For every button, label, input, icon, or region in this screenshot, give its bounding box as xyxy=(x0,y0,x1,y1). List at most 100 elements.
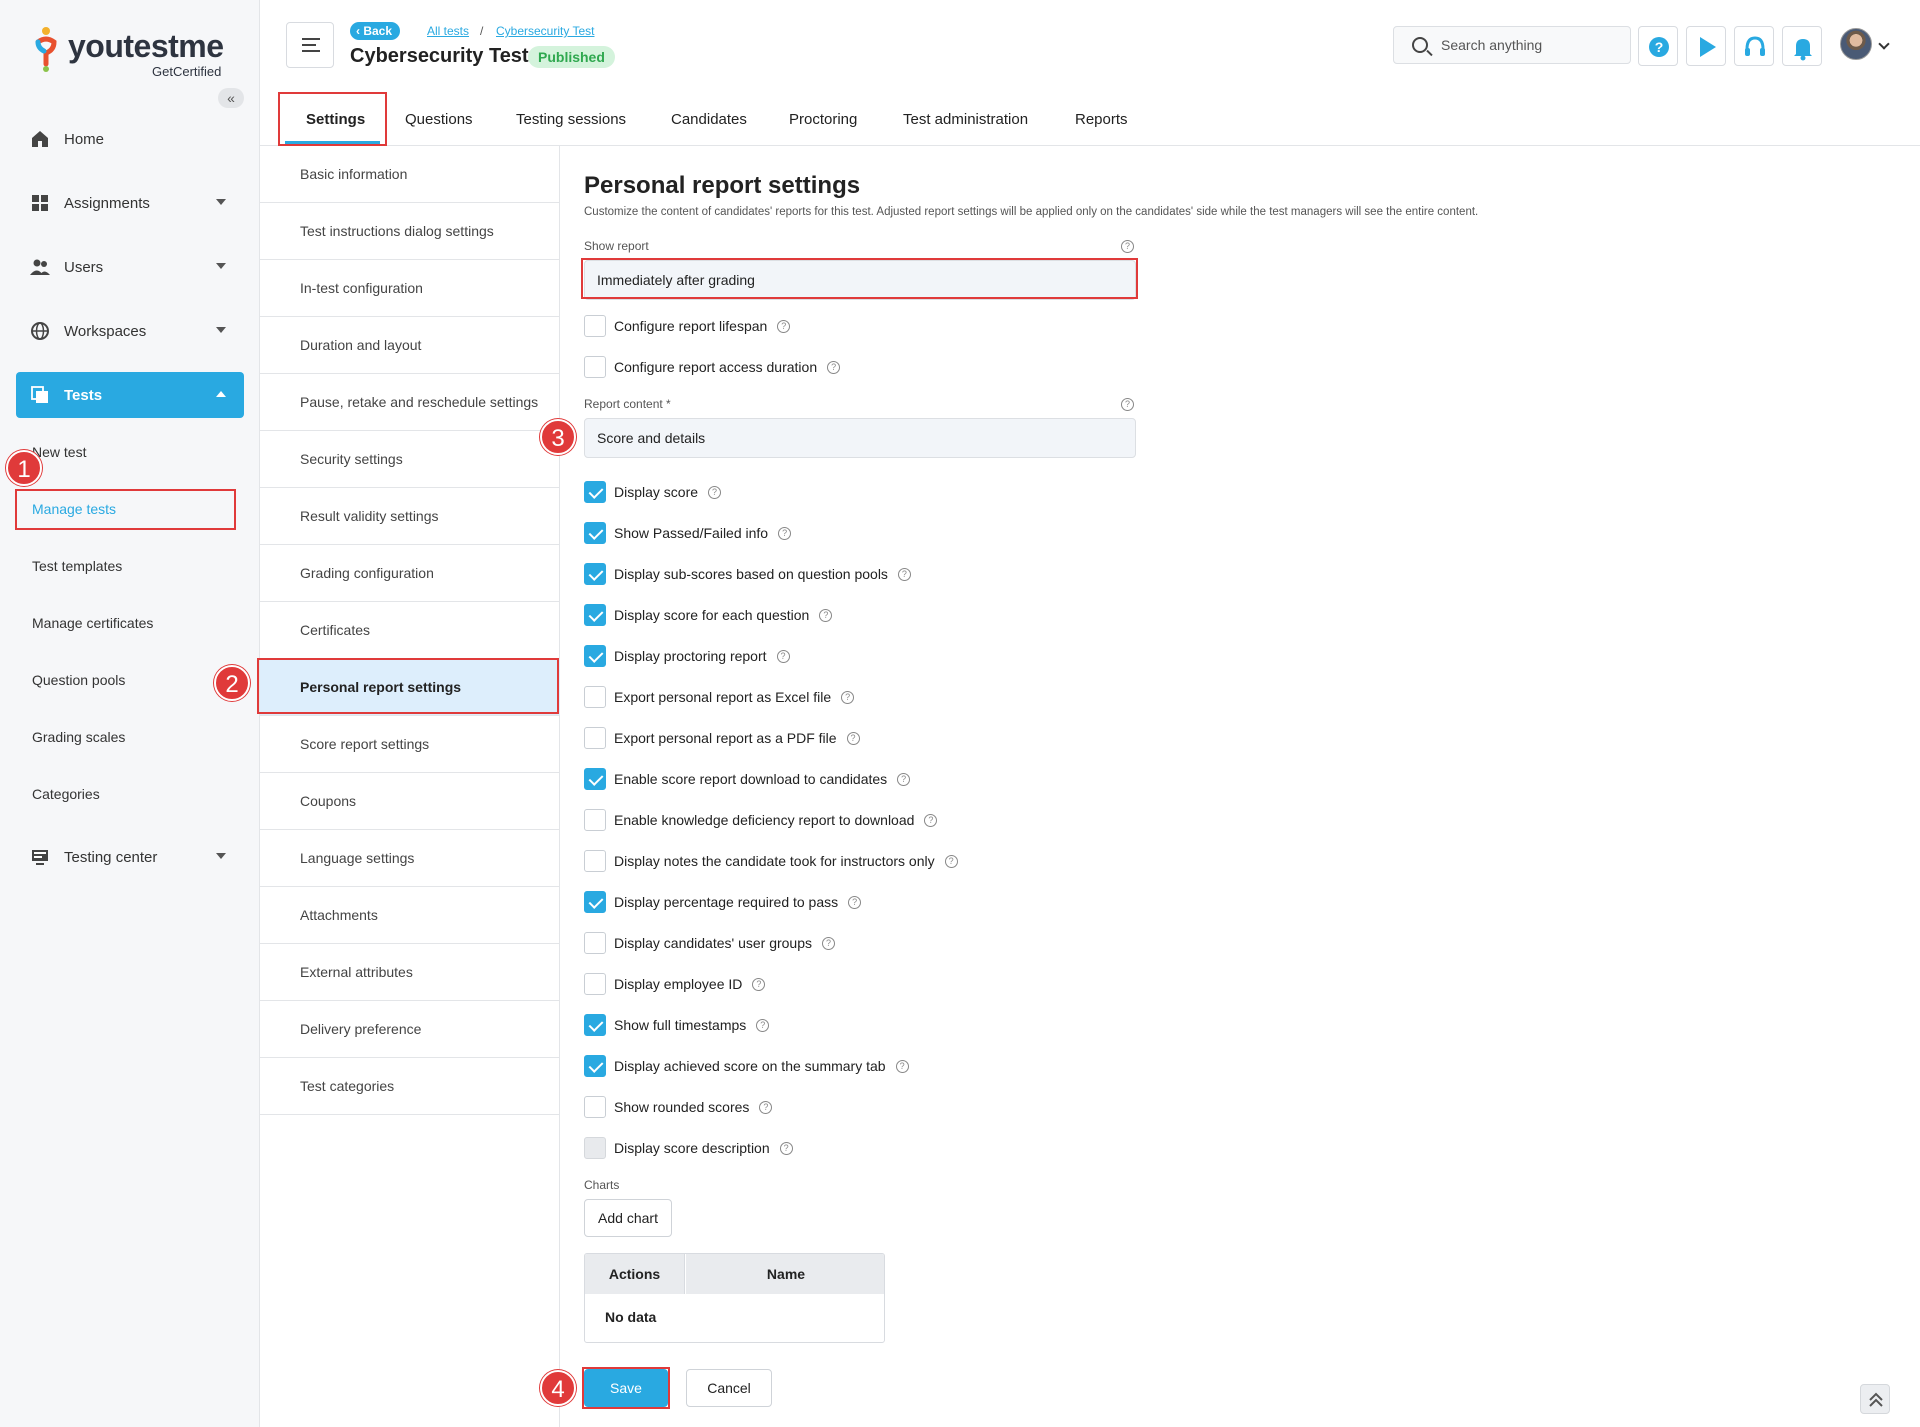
sidebar-item-users[interactable]: Users xyxy=(16,244,244,290)
logo[interactable]: youtestme GetCertified xyxy=(34,24,234,79)
option-checkbox[interactable] xyxy=(584,1055,606,1077)
settings-menu-item[interactable]: Test instructions dialog settings xyxy=(260,203,560,260)
option-checkbox[interactable] xyxy=(584,932,606,954)
table-header-actions[interactable]: Actions xyxy=(585,1254,685,1294)
option-checkbox[interactable] xyxy=(584,1096,606,1118)
settings-menu-item[interactable]: Coupons xyxy=(260,773,560,830)
option-checkbox[interactable] xyxy=(584,768,606,790)
option-checkbox[interactable] xyxy=(584,604,606,626)
tab-testing-sessions[interactable]: Testing sessions xyxy=(516,92,626,146)
sidebar-subitem-manage-certificates[interactable]: Manage certificates xyxy=(32,615,153,631)
breadcrumb-all-tests[interactable]: All tests xyxy=(427,24,469,38)
play-tutorial-button[interactable] xyxy=(1686,26,1726,66)
globe-icon xyxy=(31,322,49,340)
option-checkbox[interactable] xyxy=(584,522,606,544)
table-header-name[interactable]: Name xyxy=(686,1254,884,1294)
help-icon[interactable]: ? xyxy=(756,1018,770,1032)
sidebar-subitem-grading-scales[interactable]: Grading scales xyxy=(32,729,125,745)
settings-menu-item[interactable]: Basic information xyxy=(260,146,560,203)
tab-reports[interactable]: Reports xyxy=(1075,92,1128,146)
double-chevron-left-icon: « xyxy=(227,90,235,106)
settings-menu-item[interactable]: Delivery preference xyxy=(260,1001,560,1058)
sidebar-subitem-manage-tests[interactable]: Manage tests xyxy=(32,501,116,517)
sidebar-item-assignments[interactable]: Assignments xyxy=(16,180,244,226)
show-report-select[interactable]: Immediately after grading xyxy=(584,260,1136,300)
back-button[interactable]: ‹ Back xyxy=(350,22,401,40)
help-icon[interactable]: ? xyxy=(848,895,862,909)
settings-menu-item[interactable]: Test categories xyxy=(260,1058,560,1115)
tab-test-administration[interactable]: Test administration xyxy=(903,92,1028,146)
scroll-to-top-button[interactable] xyxy=(1860,1384,1890,1414)
option-checkbox[interactable] xyxy=(584,645,606,667)
sidebar-subitem-categories[interactable]: Categories xyxy=(32,786,100,802)
cancel-button[interactable]: Cancel xyxy=(686,1369,772,1407)
help-icon[interactable]: ? xyxy=(897,567,911,581)
help-icon[interactable]: ? xyxy=(776,649,790,663)
sidebar-item-tests[interactable]: Tests xyxy=(16,372,244,418)
help-icon[interactable]: ? xyxy=(1121,240,1134,253)
option-checkbox[interactable] xyxy=(584,686,606,708)
option-checkbox[interactable] xyxy=(584,891,606,913)
lifespan-checkbox[interactable] xyxy=(584,315,606,337)
help-icon[interactable]: ? xyxy=(1121,398,1134,411)
sidebar-item-home[interactable]: Home xyxy=(16,116,244,162)
avatar[interactable] xyxy=(1840,28,1872,60)
settings-menu-item[interactable]: Certificates xyxy=(260,602,560,659)
option-checkbox[interactable] xyxy=(584,850,606,872)
settings-menu-item[interactable]: Pause, retake and reschedule settings xyxy=(260,374,560,431)
option-checkbox[interactable] xyxy=(584,563,606,585)
save-button[interactable]: Save xyxy=(584,1369,668,1407)
help-icon[interactable]: ? xyxy=(819,608,833,622)
help-icon[interactable]: ? xyxy=(897,772,911,786)
settings-menu-item-personal-report[interactable]: Personal report settings xyxy=(260,659,560,716)
report-content-select[interactable]: Score and details xyxy=(584,418,1136,458)
help-icon[interactable]: ? xyxy=(778,526,792,540)
help-icon[interactable]: ? xyxy=(779,1141,793,1155)
add-chart-button[interactable]: Add chart xyxy=(584,1199,672,1237)
sidebar-item-workspaces[interactable]: Workspaces xyxy=(16,308,244,354)
help-icon[interactable]: ? xyxy=(708,485,722,499)
menu-toggle-button[interactable] xyxy=(286,22,334,68)
settings-menu-item[interactable]: In-test configuration xyxy=(260,260,560,317)
tab-candidates[interactable]: Candidates xyxy=(671,92,747,146)
notifications-button[interactable] xyxy=(1782,26,1822,66)
search-input[interactable]: Search anything xyxy=(1393,26,1631,64)
help-icon[interactable]: ? xyxy=(777,319,791,333)
settings-menu-item[interactable]: Duration and layout xyxy=(260,317,560,374)
sidebar-item-testing-center[interactable]: Testing center xyxy=(16,834,244,880)
access-duration-checkbox[interactable] xyxy=(584,356,606,378)
help-icon[interactable]: ? xyxy=(924,813,938,827)
help-icon[interactable]: ? xyxy=(759,1100,773,1114)
chevron-down-icon[interactable] xyxy=(1878,38,1890,50)
help-icon[interactable]: ? xyxy=(827,360,841,374)
help-icon[interactable]: ? xyxy=(846,731,860,745)
settings-menu-item[interactable]: Security settings xyxy=(260,431,560,488)
settings-menu-item[interactable]: Grading configuration xyxy=(260,545,560,602)
collapse-sidebar-button[interactable]: « xyxy=(218,88,244,108)
settings-menu-item[interactable]: Language settings xyxy=(260,830,560,887)
settings-menu-item[interactable]: Result validity settings xyxy=(260,488,560,545)
option-checkbox[interactable] xyxy=(584,973,606,995)
option-checkbox[interactable] xyxy=(584,809,606,831)
double-chevron-up-icon xyxy=(1869,1392,1883,1407)
breadcrumb-current-test[interactable]: Cybersecurity Test xyxy=(496,24,594,38)
option-checkbox[interactable] xyxy=(584,1014,606,1036)
help-icon[interactable]: ? xyxy=(752,977,766,991)
help-icon[interactable]: ? xyxy=(895,1059,909,1073)
sidebar-subitem-question-pools[interactable]: Question pools xyxy=(32,672,125,688)
tab-settings[interactable]: Settings xyxy=(306,92,365,146)
option-checkbox[interactable] xyxy=(584,727,606,749)
help-icon[interactable]: ? xyxy=(841,690,855,704)
tab-proctoring[interactable]: Proctoring xyxy=(789,92,857,146)
option-checkbox[interactable] xyxy=(584,481,606,503)
sidebar-subitem-new-test[interactable]: New test xyxy=(32,444,86,460)
tab-questions[interactable]: Questions xyxy=(405,92,473,146)
settings-menu-item[interactable]: External attributes xyxy=(260,944,560,1001)
help-icon[interactable]: ? xyxy=(944,854,958,868)
sidebar-subitem-test-templates[interactable]: Test templates xyxy=(32,558,122,574)
settings-menu-item[interactable]: Score report settings xyxy=(260,716,560,773)
support-button[interactable] xyxy=(1734,26,1774,66)
help-button[interactable]: ? xyxy=(1638,26,1678,66)
help-icon[interactable]: ? xyxy=(822,936,836,950)
settings-menu-item[interactable]: Attachments xyxy=(260,887,560,944)
